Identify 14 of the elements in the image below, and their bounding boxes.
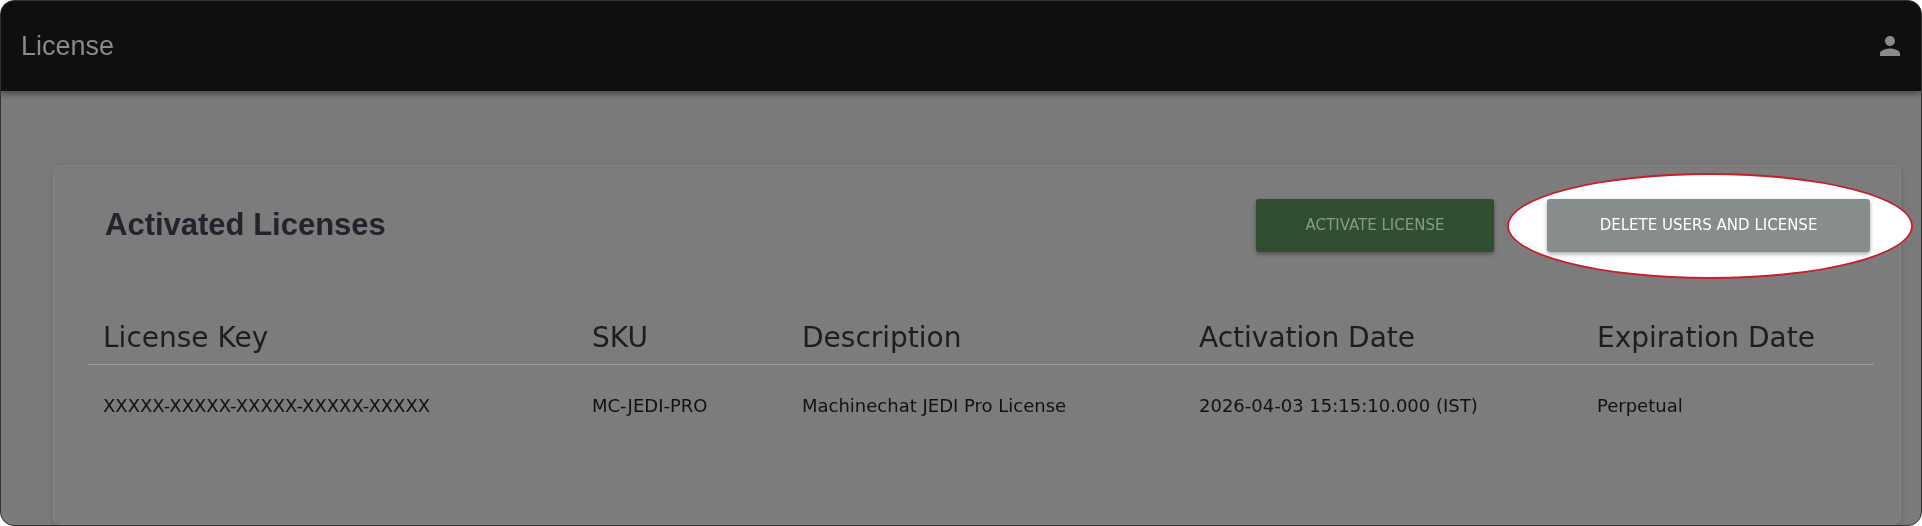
column-header: License Key — [88, 321, 577, 365]
activate-button[interactable]: ACTIVATE LICENSE — [1256, 198, 1494, 252]
column-header: Expiration Date — [1582, 321, 1874, 365]
table-cell: 2026-04-03 15:15:10.000 (IST) — [1184, 364, 1582, 416]
column-header: SKU — [577, 321, 787, 365]
section-heading: Activated Licenses — [105, 207, 386, 243]
table-cell: MC-JEDI-PRO — [577, 364, 787, 416]
delete-button[interactable]: DELETE USERS AND LICENSE — [1547, 198, 1870, 252]
table-cell: XXXXX-XXXXX-XXXXX-XXXXX-XXXXX — [88, 364, 577, 416]
column-header: Description — [787, 321, 1184, 365]
table-cell: Perpetual — [1582, 364, 1874, 416]
column-header: Activation Date — [1184, 321, 1582, 365]
table-cell: Machinechat JEDI Pro License — [787, 364, 1184, 416]
page-title: License — [21, 30, 115, 62]
